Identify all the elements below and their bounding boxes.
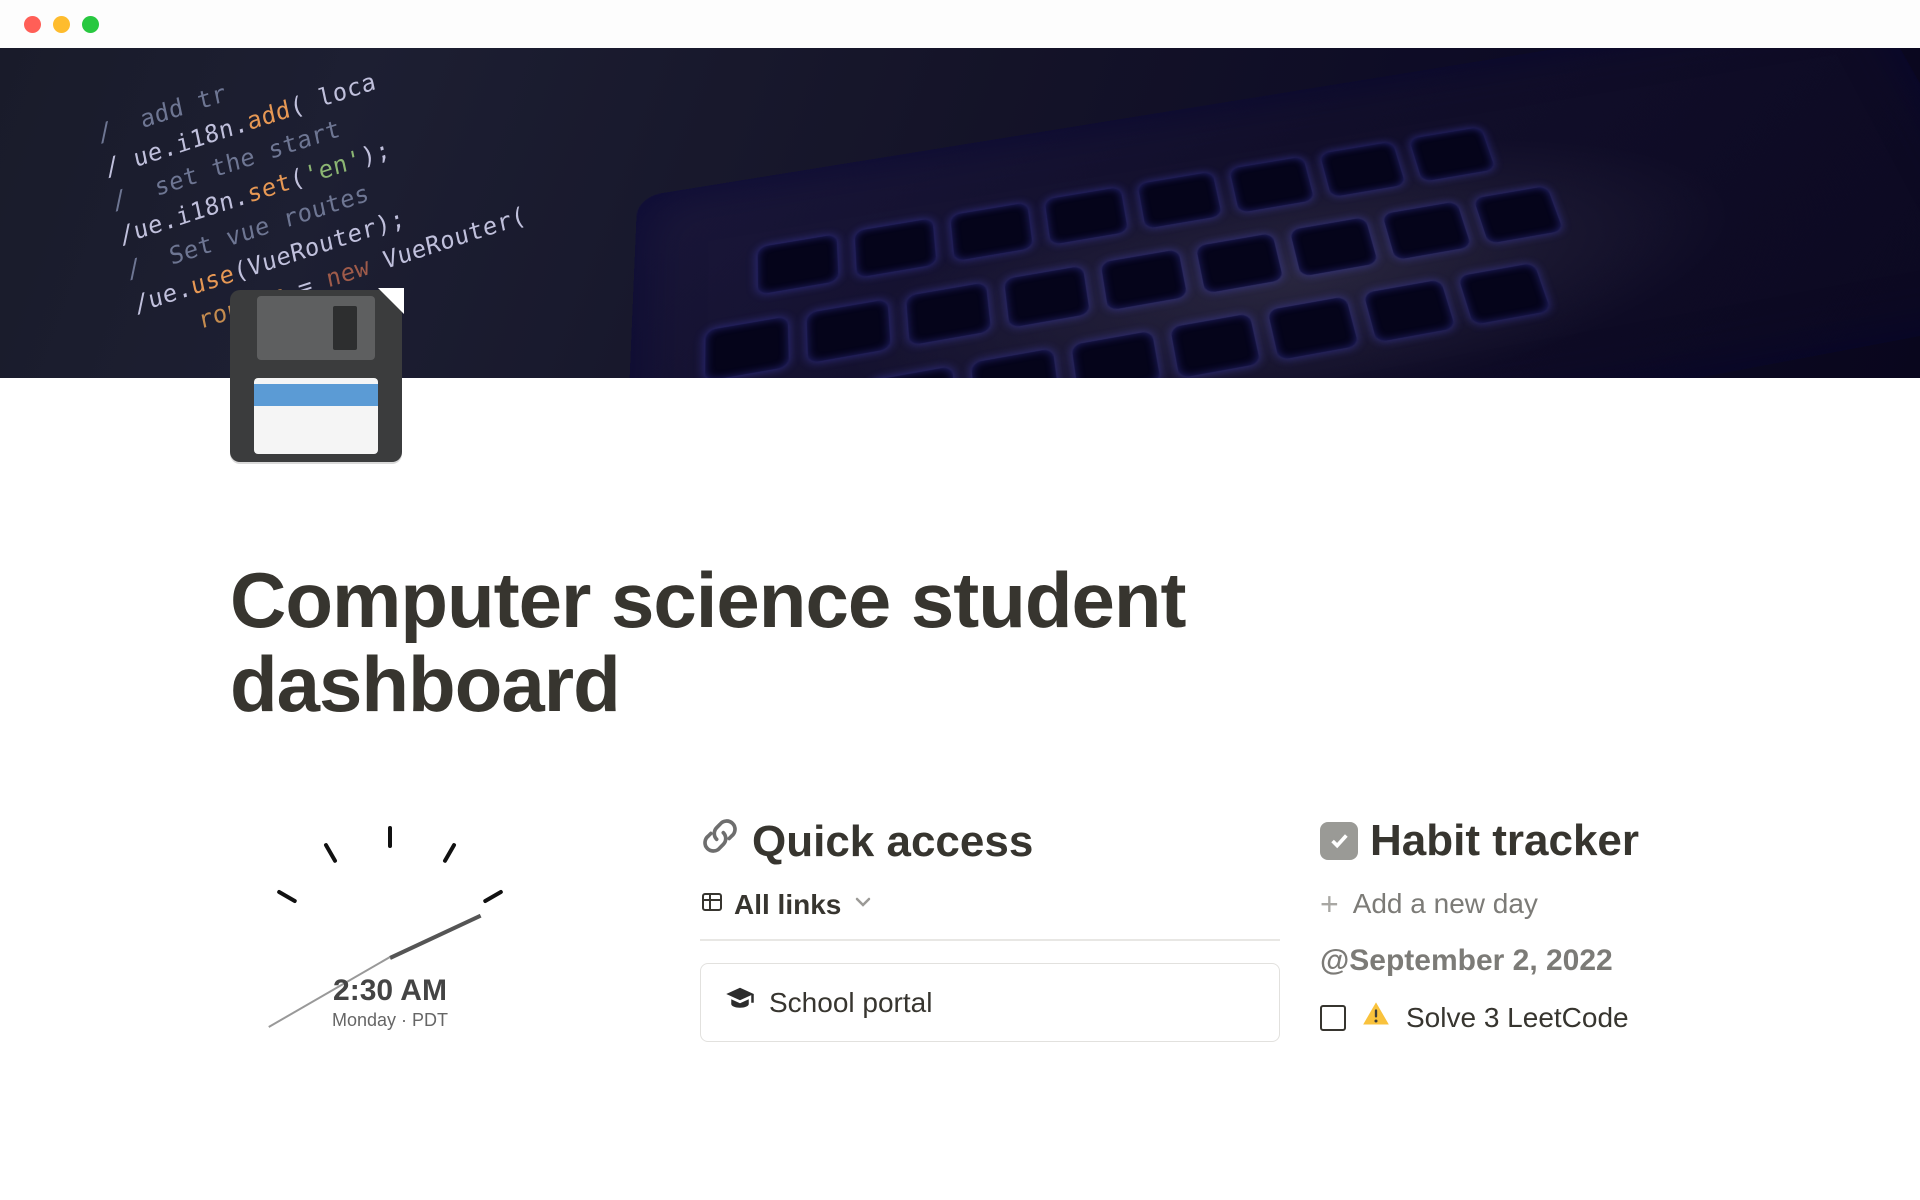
habit-tracker-heading-text: Habit tracker <box>1370 816 1639 866</box>
table-icon <box>700 889 724 921</box>
add-new-day-button[interactable]: + Add a new day <box>1320 888 1856 920</box>
add-new-day-label: Add a new day <box>1353 888 1538 920</box>
habit-date[interactable]: @September 2, 2022 <box>1320 944 1856 978</box>
quick-access-column: Quick access All links School porta <box>700 816 1280 1086</box>
database-view-selector[interactable]: All links <box>700 889 875 921</box>
cover-laptop-art <box>621 48 1920 378</box>
checkbox-icon <box>1320 822 1358 860</box>
quick-access-card-school-portal[interactable]: School portal <box>700 963 1280 1042</box>
page-icon[interactable] <box>230 290 402 462</box>
todo-label: Solve 3 LeetCode <box>1406 1002 1629 1034</box>
fullscreen-window-button[interactable] <box>82 16 99 33</box>
quick-access-heading-text: Quick access <box>752 817 1033 867</box>
minimize-window-button[interactable] <box>53 16 70 33</box>
page-body: Computer science student dashboard 2:30 … <box>0 558 1920 1086</box>
plus-icon: + <box>1320 888 1339 920</box>
clock-column: 2:30 AM Monday · PDT <box>230 816 660 1086</box>
warning-icon <box>1362 1000 1390 1035</box>
clock-subline: Monday · PDT <box>332 1010 448 1031</box>
habit-todo-row[interactable]: Solve 3 LeetCode <box>1320 1000 1856 1035</box>
floppy-disk-icon <box>230 290 402 462</box>
graduation-cap-icon <box>725 984 755 1021</box>
view-label: All links <box>734 889 841 921</box>
page-title[interactable]: Computer science student dashboard <box>230 558 1430 726</box>
card-label: School portal <box>769 987 932 1019</box>
habit-tracker-column: Habit tracker + Add a new day @September… <box>1320 816 1856 1086</box>
todo-checkbox[interactable] <box>1320 1005 1346 1031</box>
window-titlebar <box>0 0 1920 48</box>
divider <box>700 939 1280 941</box>
clock-time: 2:30 AM <box>332 974 448 1008</box>
analog-clock-widget: 2:30 AM Monday · PDT <box>230 826 550 1086</box>
dashboard-columns: 2:30 AM Monday · PDT Quick access All <box>230 816 1856 1086</box>
close-window-button[interactable] <box>24 16 41 33</box>
link-icon <box>700 816 740 867</box>
traffic-lights <box>24 16 99 33</box>
habit-tracker-heading[interactable]: Habit tracker <box>1320 816 1856 866</box>
quick-access-heading[interactable]: Quick access <box>700 816 1280 867</box>
chevron-down-icon <box>851 889 875 921</box>
